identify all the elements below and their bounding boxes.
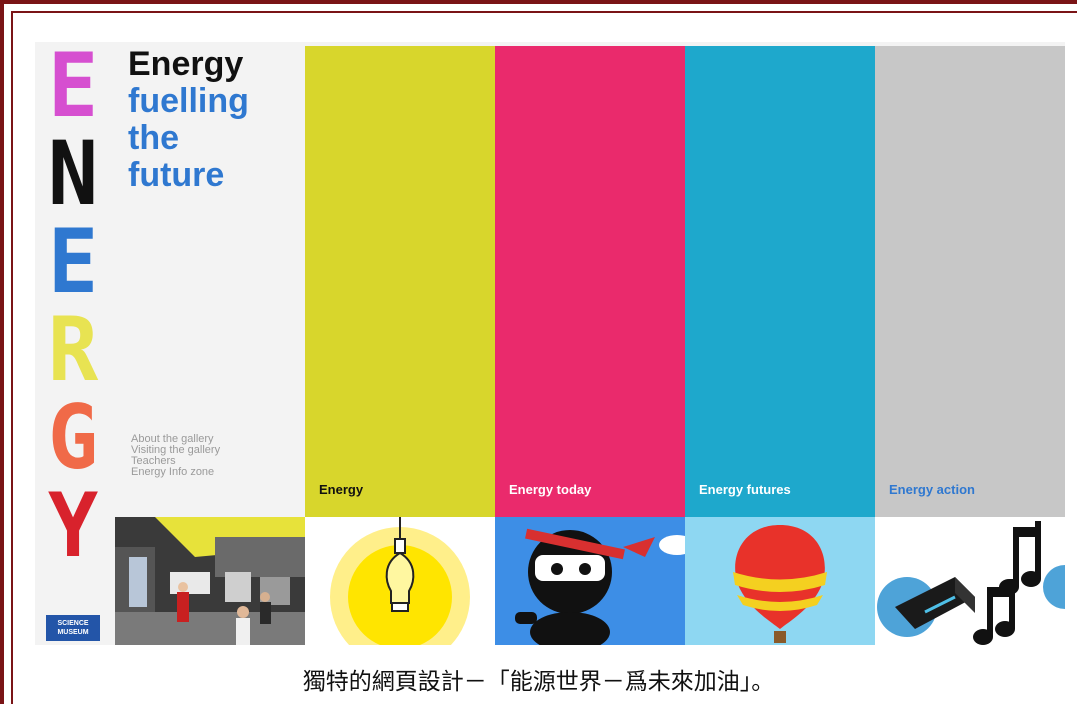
nav-link-info-zone[interactable]: Energy Info zone [131,467,220,478]
tile-energy-today[interactable] [495,517,685,645]
title-line-fuelling: fuelling [128,82,249,120]
letter-g-orange: G [47,386,99,489]
title-line-energy: Energy [128,45,244,83]
title-line-the: the [128,119,179,157]
column-energy-futures[interactable]: Energy futures [685,46,875,517]
column-label-energy-action[interactable]: Energy action [889,482,975,497]
letter-n-black: N [47,122,99,225]
tile-energy-action[interactable] [875,517,1065,645]
hot-air-balloon-icon [685,517,875,645]
gallery-photo[interactable] [115,517,305,645]
tile-energy[interactable] [305,517,495,645]
nav-links: About the gallery Visiting the gallery T… [131,434,220,478]
letter-e-magenta: E [47,42,99,137]
music-notes-icon [875,517,1065,645]
caption-text: 獨特的網頁設計－「能源世界－爲未來加油」。 [302,669,775,695]
lightbulb-icon [330,517,470,645]
column-energy[interactable]: Energy [305,46,495,517]
column-label-energy[interactable]: Energy [319,482,363,497]
letter-r-yellow: R [47,298,99,401]
letter-y-red: Y [47,474,99,577]
ninja-icon [495,517,685,645]
column-label-energy-futures[interactable]: Energy futures [699,482,791,497]
column-label-energy-today[interactable]: Energy today [509,482,591,497]
gallery-photo-image [115,517,305,645]
column-energy-action[interactable]: Energy action [875,46,1065,517]
tile-energy-futures[interactable] [685,517,875,645]
site-title: Energy fuelling the future [128,46,249,194]
column-energy-today[interactable]: Energy today [495,46,685,517]
website-screenshot: E N E R G Y SCIENCE MUSEUM Energy fuelli… [35,42,1065,645]
energy-letters: E N E R G Y SCIENCE MUSEUM [35,42,115,645]
title-line-future: future [128,156,225,194]
science-museum-logo[interactable]: SCIENCE MUSEUM [46,615,100,641]
intro-panel: Energy fuelling the future About the gal… [115,42,305,517]
letter-e-blue: E [47,210,99,313]
